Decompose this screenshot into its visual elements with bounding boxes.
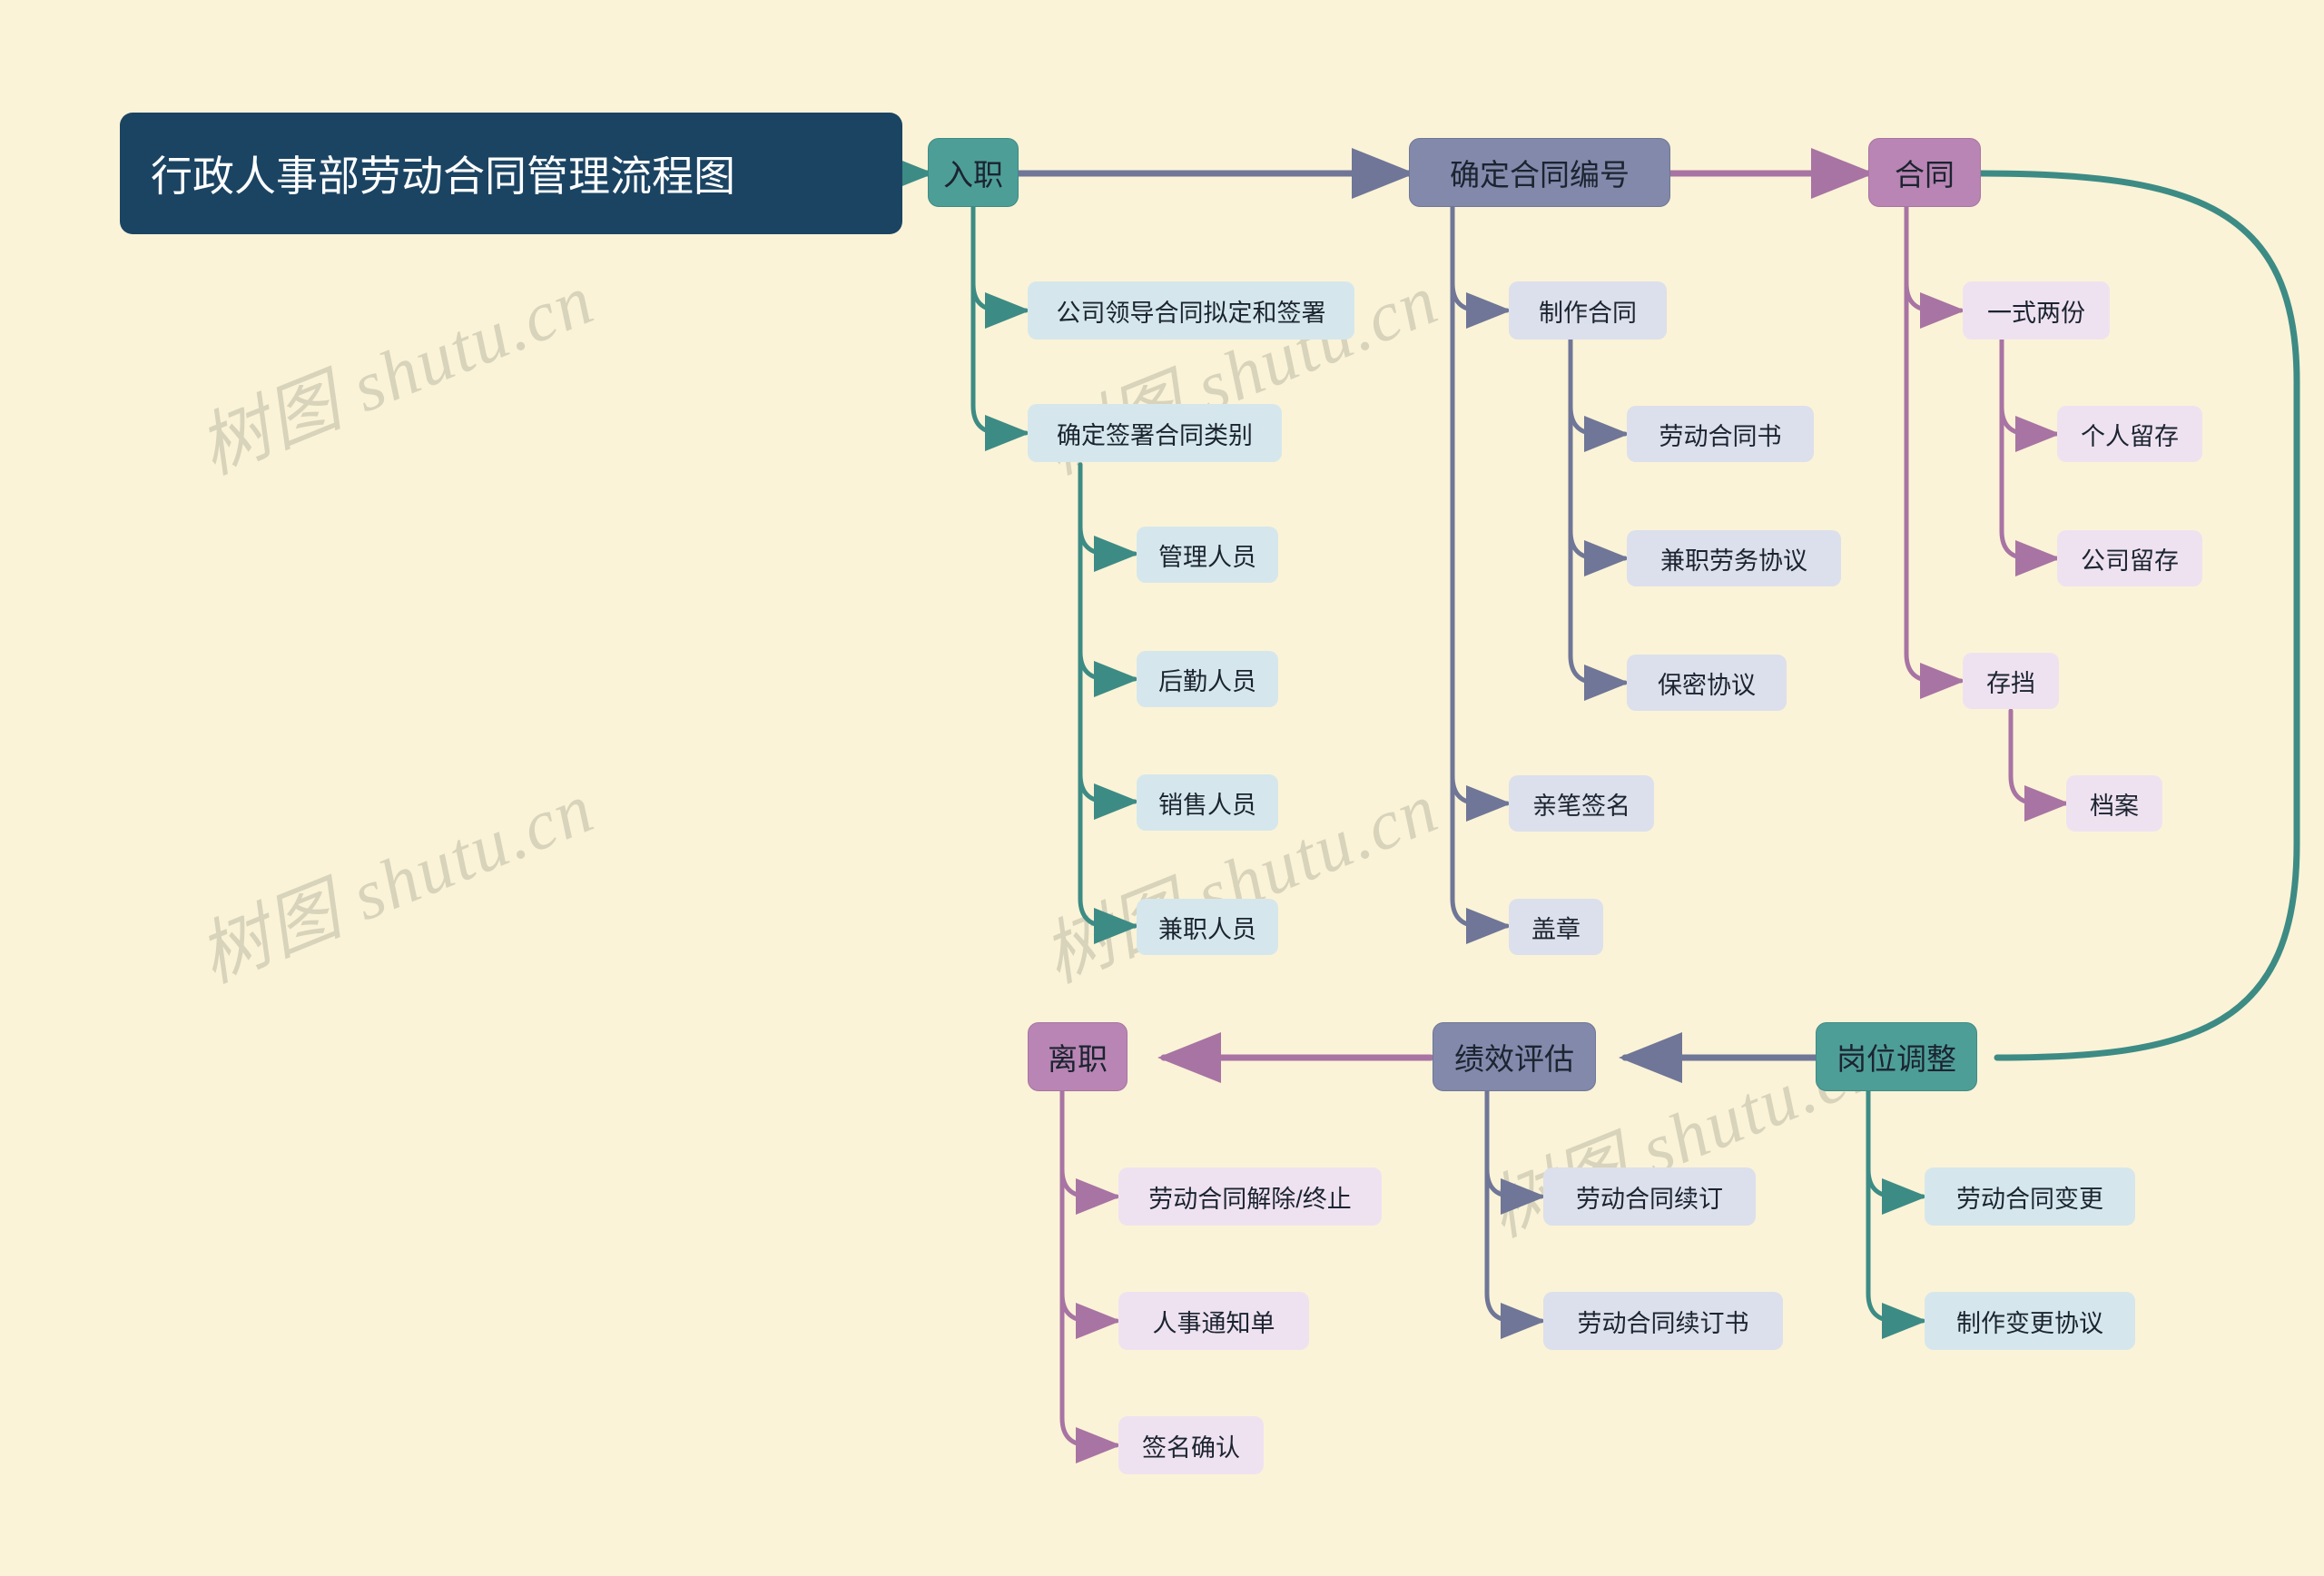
node-yishiliangfen[interactable]: 一式两份 — [1963, 281, 2110, 340]
node-baomixieyi[interactable]: 保密协议 — [1627, 655, 1787, 711]
node-gongsiliucun[interactable]: 公司留存 — [2057, 530, 2202, 586]
node-lizhi[interactable]: 离职 — [1028, 1022, 1128, 1091]
node-renshitongzhidan[interactable]: 人事通知单 — [1118, 1292, 1309, 1350]
flowchart-canvas: 树图 shutu.cn 树图 shutu.cn 树图 shutu.cn 树图 s… — [0, 0, 2324, 1576]
node-gerenliucun[interactable]: 个人留存 — [2057, 406, 2202, 462]
node-gangweitiaozheng[interactable]: 岗位调整 — [1816, 1022, 1977, 1091]
node-ruzhi[interactable]: 入职 — [928, 138, 1019, 207]
node-hetong[interactable]: 合同 — [1868, 138, 1981, 207]
node-jianzhi-renyuan[interactable]: 兼职人员 — [1137, 899, 1278, 955]
node-laodonghetongshu[interactable]: 劳动合同书 — [1627, 406, 1814, 462]
node-zhizuohetong[interactable]: 制作合同 — [1509, 281, 1667, 340]
node-zhizuobiangengxieyi[interactable]: 制作变更协议 — [1925, 1292, 2135, 1350]
node-qianmingqueren[interactable]: 签名确认 — [1118, 1416, 1264, 1474]
node-gongsilingdao-hetong-nidingheqianshu[interactable]: 公司领导合同拟定和签署 — [1028, 281, 1354, 340]
page-title: 行政人事部劳动合同管理流程图 — [120, 113, 902, 234]
node-jianzhilaowuxieyi[interactable]: 兼职劳务协议 — [1627, 530, 1841, 586]
node-querenqianshuhetongleibie[interactable]: 确定签署合同类别 — [1028, 404, 1282, 462]
node-querenhetongbianhao[interactable]: 确定合同编号 — [1409, 138, 1670, 207]
node-gaizhang[interactable]: 盖章 — [1509, 899, 1603, 955]
node-qinbiqianming[interactable]: 亲笔签名 — [1509, 775, 1654, 832]
node-guanli-renyuan[interactable]: 管理人员 — [1137, 527, 1278, 583]
node-dangan[interactable]: 档案 — [2066, 775, 2162, 832]
node-jixiaopinggu[interactable]: 绩效评估 — [1433, 1022, 1596, 1091]
node-laodonghetongjiechuzhongzhi[interactable]: 劳动合同解除/终止 — [1118, 1167, 1382, 1226]
node-laodonghetongbiangeng[interactable]: 劳动合同变更 — [1925, 1167, 2135, 1226]
node-laodonghetongxuding[interactable]: 劳动合同续订 — [1543, 1167, 1756, 1226]
node-houqin-renyuan[interactable]: 后勤人员 — [1137, 651, 1278, 707]
watermark: 树图 shutu.cn — [188, 767, 605, 998]
node-xiaoshou-renyuan[interactable]: 销售人员 — [1137, 774, 1278, 831]
node-laodonghetongxudingshu[interactable]: 劳动合同续订书 — [1543, 1292, 1783, 1350]
node-cundang[interactable]: 存挡 — [1963, 653, 2059, 709]
watermark: 树图 shutu.cn — [188, 259, 605, 489]
